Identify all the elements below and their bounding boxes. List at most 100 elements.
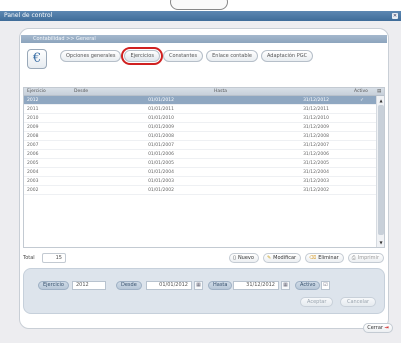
table-row[interactable]: 2012 01/01/2012 31/12/2012 ✓ (24, 96, 376, 105)
exercise-edit-form: Ejercicio 2012 Desde 01/01/2012 ▦ Hasta … (23, 268, 385, 314)
modify-button[interactable]: ✎ Modificar (262, 253, 302, 263)
ejercicio-field-label: Ejercicio (38, 281, 69, 290)
cell-desde: 01/01/2009 (148, 125, 174, 130)
cell-ejercicio: 2006 (27, 152, 39, 157)
total-count: 15 (42, 253, 66, 263)
table-header: Ejercicio Desde Hasta Activo ▤ (24, 88, 384, 96)
cell-hasta: 31/12/2005 (303, 161, 329, 166)
table-row[interactable]: 2004 01/01/2004 31/12/2004 (24, 168, 376, 177)
table-row[interactable]: 2002 01/01/2002 31/12/2002 (24, 186, 376, 195)
accept-button[interactable]: Aceptar (300, 297, 334, 307)
tab-adaptacion-pgc[interactable]: Adaptación PGC (260, 50, 314, 62)
cell-hasta: 31/12/2011 (303, 107, 329, 112)
window-title: Panel de control (4, 12, 53, 19)
desde-field-label: Desde (116, 281, 142, 290)
new-button[interactable]: ▯ Nuevo (229, 253, 259, 263)
cell-desde: 01/01/2005 (148, 161, 174, 166)
scroll-down-icon[interactable]: ▼ (378, 239, 384, 246)
column-chooser-icon[interactable]: ▤ (377, 88, 381, 96)
printer-icon: ⎙ (351, 255, 356, 261)
modify-button-label: Modificar (273, 255, 297, 261)
cell-ejercicio: 2002 (27, 188, 39, 193)
exercises-table: Ejercicio Desde Hasta Activo ▤ 2012 01/0… (23, 87, 385, 248)
cell-ejercicio: 2004 (27, 170, 39, 175)
activo-checkbox[interactable]: ☑ (321, 281, 330, 290)
accounting-panel: Contabilidad >> General € Opciones gener… (19, 28, 389, 329)
cell-hasta: 31/12/2002 (303, 188, 329, 193)
cancel-button[interactable]: Cancelar (340, 297, 377, 307)
tab-ejercicios[interactable]: Ejercicios (121, 47, 163, 65)
table-row[interactable]: 2006 01/01/2006 31/12/2006 (24, 150, 376, 159)
tab-constantes[interactable]: Constantes (162, 50, 204, 62)
activo-field-label: Activo (295, 281, 321, 290)
print-button[interactable]: ⎙ Imprimir (347, 253, 384, 263)
cell-desde: 01/01/2010 (148, 116, 174, 121)
hasta-date-input[interactable]: 31/12/2012 (233, 281, 279, 290)
cell-hasta: 31/12/2012 (303, 98, 329, 103)
table-actions: ▯ Nuevo ✎ Modificar ⌫ Eliminar ⎙ Imprimi… (229, 253, 384, 263)
column-header-ejercicio[interactable]: Ejercicio (27, 88, 46, 96)
cell-desde: 01/01/2007 (148, 143, 174, 148)
cell-hasta: 31/12/2004 (303, 170, 329, 175)
hasta-field-label: Hasta (208, 281, 233, 290)
cell-ejercicio: 2007 (27, 143, 39, 148)
total-label: Total (23, 255, 35, 261)
cell-desde: 01/01/2008 (148, 134, 174, 139)
scroll-up-icon[interactable]: ▲ (378, 97, 384, 104)
new-button-label: Nuevo (237, 255, 254, 261)
desde-calendar-icon[interactable]: ▦ (194, 281, 203, 290)
scroll-thumb[interactable] (378, 105, 384, 235)
cell-hasta: 31/12/2008 (303, 134, 329, 139)
cell-ejercicio: 2005 (27, 161, 39, 166)
delete-button[interactable]: ⌫ Eliminar (305, 253, 344, 263)
cell-ejercicio: 2012 (27, 98, 39, 103)
table-row[interactable]: 2009 01/01/2009 31/12/2009 (24, 123, 376, 132)
cell-hasta: 31/12/2003 (303, 179, 329, 184)
breadcrumb: Contabilidad >> General (21, 35, 387, 43)
table-row[interactable]: 2003 01/01/2003 31/12/2003 (24, 177, 376, 186)
cell-hasta: 31/12/2007 (303, 143, 329, 148)
cell-hasta: 31/12/2010 (303, 116, 329, 121)
column-header-activo[interactable]: Activo (354, 88, 368, 96)
cell-ejercicio: 2009 (27, 125, 39, 130)
eraser-icon: ⌫ (309, 255, 317, 261)
cell-ejercicio: 2008 (27, 134, 39, 139)
control-panel-window: Panel de control ✕ Contabilidad >> Gener… (0, 11, 401, 343)
pencil-icon: ✎ (266, 255, 272, 261)
desde-date-input[interactable]: 01/01/2012 (146, 281, 192, 290)
table-row[interactable]: 2008 01/01/2008 31/12/2008 (24, 132, 376, 141)
table-row[interactable]: 2011 01/01/2011 31/12/2011 (24, 105, 376, 114)
top-handle (170, 0, 228, 10)
cell-desde: 01/01/2003 (148, 179, 174, 184)
cell-ejercicio: 2011 (27, 107, 39, 112)
tab-enlace-contable[interactable]: Enlace contable (206, 50, 258, 62)
column-header-hasta[interactable]: Hasta (214, 88, 227, 96)
table-row[interactable]: 2007 01/01/2007 31/12/2007 (24, 141, 376, 150)
ejercicio-input[interactable]: 2012 (72, 281, 106, 290)
close-window-icon[interactable]: ✕ (392, 13, 398, 19)
tab-opciones-generales[interactable]: Opciones generales (60, 50, 122, 62)
close-button[interactable]: Cerrar ⇥ (363, 323, 393, 333)
cell-ejercicio: 2003 (27, 179, 39, 184)
cell-desde: 01/01/2012 (148, 98, 174, 103)
tab-bar: Opciones generales Ejercicios Constantes… (60, 47, 314, 65)
delete-button-label: Eliminar (318, 255, 339, 261)
cell-desde: 01/01/2004 (148, 170, 174, 175)
cell-ejercicio: 2010 (27, 116, 39, 121)
new-document-icon: ▯ (233, 255, 236, 261)
hasta-calendar-icon[interactable]: ▦ (281, 281, 290, 290)
table-row[interactable]: 2010 01/01/2010 31/12/2010 (24, 114, 376, 123)
cell-desde: 01/01/2011 (148, 107, 174, 112)
cell-desde: 01/01/2006 (148, 152, 174, 157)
window-titlebar: Panel de control ✕ (0, 11, 401, 21)
euro-icon: € (27, 49, 47, 69)
close-button-label: Cerrar (367, 325, 383, 331)
active-check-icon: ✓ (360, 98, 364, 103)
column-header-desde[interactable]: Desde (74, 88, 88, 96)
table-row[interactable]: 2005 01/01/2005 31/12/2005 (24, 159, 376, 168)
table-scrollbar[interactable]: ▲ ▼ (376, 96, 384, 247)
cell-hasta: 31/12/2006 (303, 152, 329, 157)
cell-desde: 01/01/2002 (148, 188, 174, 193)
close-door-icon: ⇥ (384, 325, 389, 331)
print-button-label: Imprimir (357, 255, 379, 261)
